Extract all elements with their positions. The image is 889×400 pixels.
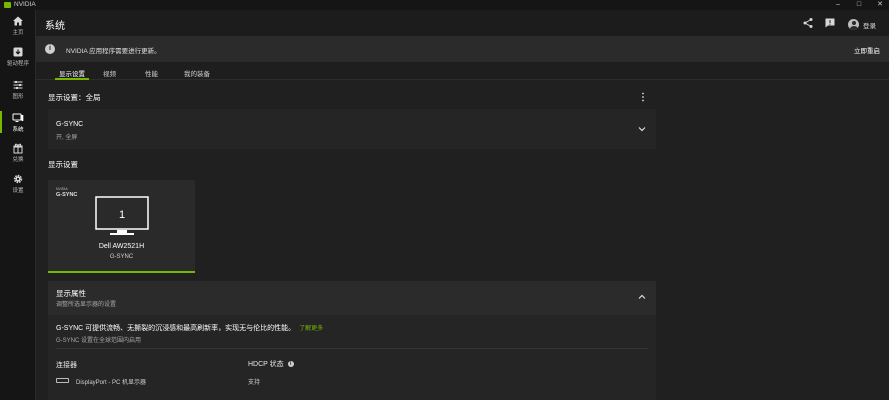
display-properties-subtitle: 调整所选显示器的设置	[56, 302, 117, 308]
display-gsync-label: G-SYNC	[109, 254, 134, 260]
app-name: NVIDIA	[14, 1, 36, 8]
displayport-icon	[56, 378, 69, 383]
tab-video[interactable]: 视频	[103, 68, 116, 78]
share-icon[interactable]	[802, 17, 814, 29]
tab-my-rig[interactable]: 我的装备	[184, 68, 210, 78]
app-title: NVIDIA	[4, 1, 36, 8]
sidebar: 主页 驱动程序 图形 系统 兑换 设置	[0, 10, 36, 400]
login-label: 登录	[863, 22, 876, 30]
sidebar-item-redeem[interactable]: 兑换	[0, 139, 36, 169]
connector-label: 连接器	[56, 362, 77, 369]
system-monitor-icon	[12, 113, 24, 122]
feedback-icon[interactable]	[824, 17, 836, 29]
notice-message: NVIDIA 应用程序需要进行更新。	[66, 48, 161, 55]
learn-more-link[interactable]: 了解更多	[299, 326, 323, 332]
sidebar-item-home[interactable]: 主页	[0, 12, 36, 42]
page-header: 系统 登录	[36, 10, 889, 36]
title-bar: NVIDIA – □ ✕	[0, 0, 889, 10]
display-properties-title: 显示属性	[56, 289, 86, 298]
update-notice: i NVIDIA 应用程序需要进行更新。 立即重启	[36, 36, 889, 62]
info-icon: i	[45, 44, 55, 54]
hdcp-value: 支持	[248, 380, 261, 386]
minimize-button[interactable]: –	[831, 0, 845, 10]
sidebar-item-settings[interactable]: 设置	[0, 170, 36, 200]
restart-now-button[interactable]: 立即重启	[854, 45, 880, 55]
avatar	[848, 19, 859, 30]
hdcp-label: HDCP 状态	[248, 361, 284, 368]
gear-icon	[13, 174, 23, 184]
display-properties-header[interactable]: 显示属性 调整所选显示器的设置	[48, 281, 656, 315]
sidebar-item-label: 图形	[12, 94, 24, 100]
login-button[interactable]: 登录	[848, 19, 876, 30]
gsync-title: G-SYNC	[56, 121, 84, 128]
more-options-icon[interactable]	[641, 92, 645, 102]
info-icon[interactable]: i	[287, 361, 294, 367]
close-button[interactable]: ✕	[873, 0, 887, 10]
home-icon	[13, 16, 23, 26]
section-title-display: 显示设置	[48, 160, 78, 169]
gsync-description: G-SYNC 可提供流畅、无撕裂的沉浸感和最高刷新率，实现无与伦比的性能。 了解更…	[56, 323, 323, 333]
sidebar-item-label: 系统	[12, 127, 24, 133]
sliders-icon	[13, 81, 23, 89]
divider	[56, 348, 648, 349]
gsync-logo: NVIDIA G-SYNC	[56, 186, 77, 198]
tab-bar: 显示设置 视频 性能 我的装备	[36, 62, 889, 80]
chevron-up-icon[interactable]	[638, 294, 646, 300]
monitor-icon: 1	[95, 196, 149, 235]
nvidia-logo-icon	[4, 1, 11, 8]
gsync-status: 开, 全屏	[56, 135, 78, 141]
display-card[interactable]: NVIDIA G-SYNC 1 Dell AW2521H G-SYNC	[48, 180, 195, 273]
sidebar-item-label: 主页	[12, 30, 24, 36]
driver-download-icon	[13, 47, 23, 57]
sidebar-item-system[interactable]: 系统	[0, 109, 36, 139]
sidebar-item-graphics[interactable]: 图形	[0, 76, 36, 106]
tab-display-settings[interactable]: 显示设置	[55, 68, 89, 80]
gsync-panel[interactable]: G-SYNC 开, 全屏	[48, 109, 656, 149]
chevron-down-icon[interactable]	[638, 126, 646, 132]
page-title: 系统	[45, 21, 65, 32]
sidebar-item-label: 设置	[12, 188, 24, 194]
gsync-note: G-SYNC 设置在全球范围内启用	[56, 338, 142, 344]
tab-performance[interactable]: 性能	[145, 68, 158, 78]
maximize-button[interactable]: □	[852, 0, 866, 10]
monitor-number: 1	[119, 209, 125, 221]
sidebar-item-label: 兑换	[12, 157, 24, 163]
scope-title: 显示设置：全局	[48, 93, 101, 102]
hdcp-label-row: HDCP 状态 i	[248, 359, 294, 369]
display-name: Dell AW2521H	[98, 243, 145, 250]
gsync-logo-text: G-SYNC	[56, 192, 78, 198]
gift-icon	[13, 143, 23, 154]
gsync-description-text: G-SYNC 可提供流畅、无撕裂的沉浸感和最高刷新率，实现无与伦比的性能。	[56, 325, 296, 332]
connector-value: DisplayPort - PC 机显示器	[76, 380, 147, 386]
display-properties-panel: 显示属性 调整所选显示器的设置 G-SYNC 可提供流畅、无撕裂的沉浸感和最高刷…	[48, 281, 656, 400]
sidebar-item-drivers[interactable]: 驱动程序	[0, 43, 36, 73]
sidebar-item-label: 驱动程序	[6, 61, 29, 67]
